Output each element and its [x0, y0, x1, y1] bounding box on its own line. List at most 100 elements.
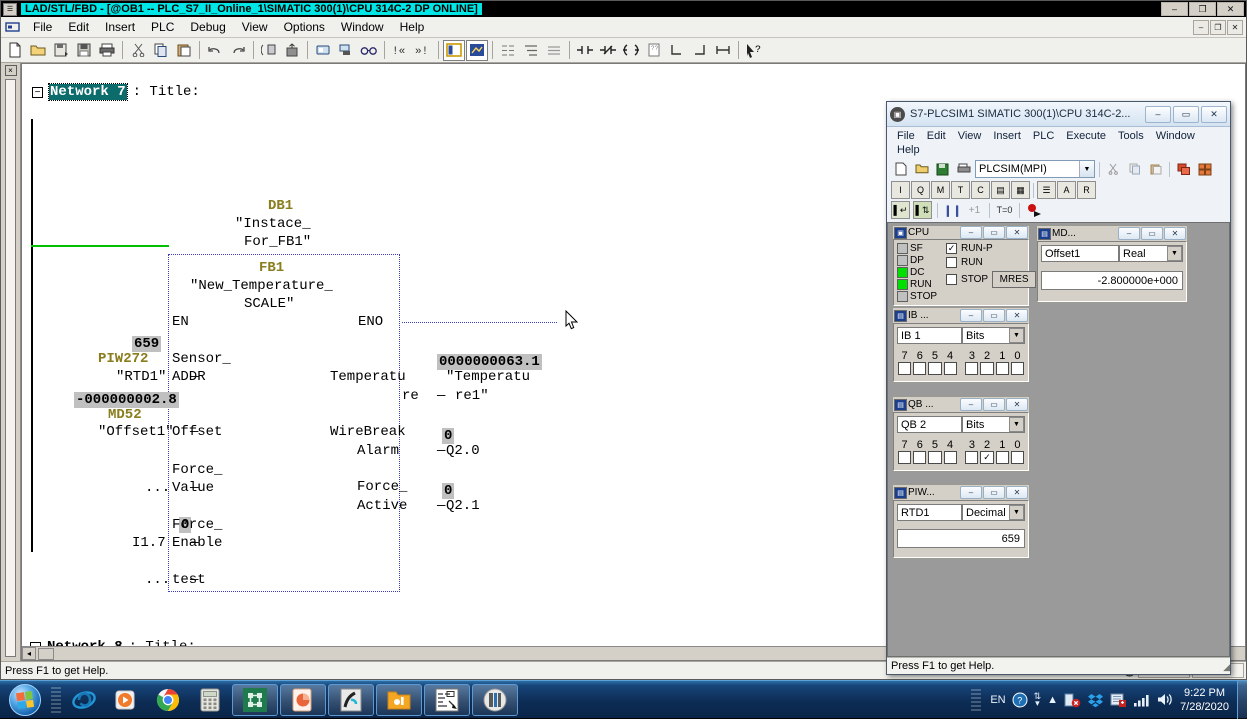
- lad-stl-fbd-icon[interactable]: [424, 683, 470, 716]
- piw-panel[interactable]: ▤ PIW... – ▭ ✕ RTD1 Decimal ▼ 659: [892, 484, 1030, 559]
- show-desktop-button[interactable]: [1237, 680, 1247, 719]
- normally-open-contact-icon[interactable]: [574, 40, 596, 61]
- scan-continuous-icon[interactable]: ▌⇅: [913, 201, 932, 219]
- dropbox-icon[interactable]: [1087, 692, 1104, 708]
- goto-next-error-icon[interactable]: »!: [412, 40, 434, 61]
- insert-memory-icon[interactable]: M: [931, 181, 950, 199]
- download-icon[interactable]: [258, 40, 280, 61]
- ib-bit-2-checkbox[interactable]: [980, 362, 994, 375]
- insert-block-regs-icon[interactable]: A: [1057, 181, 1076, 199]
- ib-panel-close[interactable]: ✕: [1006, 309, 1028, 322]
- cut-icon[interactable]: [127, 40, 149, 61]
- network-signal-icon[interactable]: [1133, 693, 1150, 707]
- md-panel-close[interactable]: ✕: [1164, 227, 1186, 240]
- chevron-down-icon[interactable]: ▼: [1009, 505, 1024, 520]
- cascade-windows-icon[interactable]: [1174, 160, 1193, 178]
- copy-icon[interactable]: [150, 40, 172, 61]
- qb-bit-7-checkbox[interactable]: [898, 451, 912, 464]
- plcsim-cut-icon[interactable]: [1104, 160, 1123, 178]
- menu-plc[interactable]: PLC: [143, 18, 182, 36]
- md-panel-maximize[interactable]: ▭: [1141, 227, 1163, 240]
- security-alert-icon[interactable]: [1064, 692, 1081, 708]
- run-checkbox[interactable]: [946, 257, 958, 268]
- stop-checkbox[interactable]: [946, 274, 958, 285]
- ib-panel-minimize[interactable]: –: [960, 309, 982, 322]
- plcsim-menu-help[interactable]: Help: [891, 143, 926, 157]
- qb-address-field[interactable]: QB 2: [897, 416, 962, 433]
- plcsim-mdi-area[interactable]: ▣ CPU – ▭ ✕ SF DP DC RUN STOP ✓ RUN-P RU…: [887, 222, 1230, 657]
- plcsim-menu-plc[interactable]: PLC: [1027, 129, 1060, 143]
- network-icon[interactable]: [497, 40, 519, 61]
- branch-end-icon[interactable]: [712, 40, 734, 61]
- ib-bit-1-checkbox[interactable]: [995, 362, 1009, 375]
- branch-close-icon[interactable]: [689, 40, 711, 61]
- runp-checkbox[interactable]: ✓: [946, 243, 958, 254]
- qb-bit-1-checkbox[interactable]: [995, 451, 1009, 464]
- piw-panel-close[interactable]: ✕: [1006, 486, 1028, 499]
- plcsim-copy-icon[interactable]: [1125, 160, 1144, 178]
- folder-media-icon[interactable]: [376, 683, 422, 716]
- md-value-field[interactable]: -2.800000e+000: [1041, 271, 1183, 290]
- plcsim-menu-execute[interactable]: Execute: [1060, 129, 1112, 143]
- media-player-icon[interactable]: [106, 684, 146, 716]
- chevron-down-icon[interactable]: ▼: [1009, 328, 1024, 343]
- open-folder-icon[interactable]: [27, 40, 49, 61]
- insert-timer-icon[interactable]: T: [951, 181, 970, 199]
- modify-icon[interactable]: [335, 40, 357, 61]
- antivirus-icon[interactable]: [1110, 692, 1127, 708]
- insert-generic-icon[interactable]: ▤: [991, 181, 1010, 199]
- tree-icon[interactable]: [520, 40, 542, 61]
- plcsim-menu-window[interactable]: Window: [1150, 129, 1201, 143]
- plcsim-icon[interactable]: [472, 683, 518, 716]
- ib-panel-maximize[interactable]: ▭: [983, 309, 1005, 322]
- taskbar-clock[interactable]: 9:22 PM 7/28/2020: [1180, 686, 1229, 714]
- plcsim-open-icon[interactable]: [912, 160, 931, 178]
- ib-bit-0-checkbox[interactable]: [1010, 362, 1025, 375]
- menu-window[interactable]: Window: [333, 18, 392, 36]
- plcsim-save-icon[interactable]: [933, 160, 952, 178]
- menu-insert[interactable]: Insert: [97, 18, 143, 36]
- piw-panel-titlebar[interactable]: ▤ PIW... – ▭ ✕: [893, 485, 1029, 500]
- plcsim-menu-tools[interactable]: Tools: [1112, 129, 1150, 143]
- cpu-panel-maximize[interactable]: ▭: [983, 226, 1005, 239]
- piw-panel-maximize[interactable]: ▭: [983, 486, 1005, 499]
- ib-bit-6-checkbox[interactable]: [913, 362, 927, 375]
- qb-panel-close[interactable]: ✕: [1006, 398, 1028, 411]
- element-catalog-pane[interactable]: ×: [1, 63, 21, 661]
- piw-value-field[interactable]: 659: [897, 529, 1025, 548]
- menu-edit[interactable]: Edit: [60, 18, 97, 36]
- ib-address-field[interactable]: IB 1: [897, 327, 962, 344]
- plcsim-print-icon[interactable]: [954, 160, 973, 178]
- ib-bit-3-checkbox[interactable]: [965, 362, 979, 375]
- undo-icon[interactable]: [204, 40, 226, 61]
- plcsim-menu-edit[interactable]: Edit: [921, 129, 952, 143]
- upload-icon[interactable]: [281, 40, 303, 61]
- md-panel-titlebar[interactable]: ▤ MD... – ▭ ✕: [1037, 226, 1187, 241]
- qb-panel-minimize[interactable]: –: [960, 398, 982, 411]
- new-document-icon[interactable]: [4, 40, 26, 61]
- chevron-down-icon[interactable]: ▼: [1167, 246, 1182, 261]
- qb-format-combo[interactable]: Bits ▼: [962, 416, 1025, 433]
- volume-icon[interactable]: [1156, 692, 1174, 707]
- scan-once-icon[interactable]: ▌↵: [891, 201, 910, 219]
- piw-panel-minimize[interactable]: –: [960, 486, 982, 499]
- catalog-scroll-track[interactable]: [5, 79, 16, 657]
- menu-help[interactable]: Help: [392, 18, 433, 36]
- taskbar-grip[interactable]: [51, 686, 61, 713]
- ib-panel[interactable]: ▤ IB ... – ▭ ✕ IB 1 Bits ▼ 7 6 5 4 3 2 1…: [892, 307, 1030, 383]
- reset-timer-icon[interactable]: T=0: [995, 201, 1014, 219]
- insert-vertical-icon[interactable]: ▦: [1011, 181, 1030, 199]
- plcsim-window[interactable]: ▣ S7-PLCSIM1 SIMATIC 300(1)\CPU 314C-2..…: [886, 101, 1231, 675]
- md-panel[interactable]: ▤ MD... – ▭ ✕ Offset1 Real ▼ -2.800000e+…: [1036, 225, 1188, 303]
- qb-bit-4-checkbox[interactable]: [943, 451, 957, 464]
- chevron-down-icon[interactable]: ▼: [1009, 417, 1024, 432]
- mres-button[interactable]: MRES: [992, 271, 1037, 288]
- cpu-mode-stop[interactable]: STOP MRES: [946, 271, 1037, 288]
- mdi-close-button[interactable]: ✕: [1227, 19, 1243, 35]
- cpu-mode-runp[interactable]: ✓ RUN-P: [946, 243, 1036, 254]
- tile-windows-icon[interactable]: [1195, 160, 1214, 178]
- plcsim-maximize-button[interactable]: ▭: [1173, 105, 1199, 123]
- connection-combo[interactable]: PLCSIM(MPI) ▼: [975, 160, 1095, 178]
- qb-bit-0-checkbox[interactable]: [1010, 451, 1025, 464]
- start-button[interactable]: [2, 683, 48, 717]
